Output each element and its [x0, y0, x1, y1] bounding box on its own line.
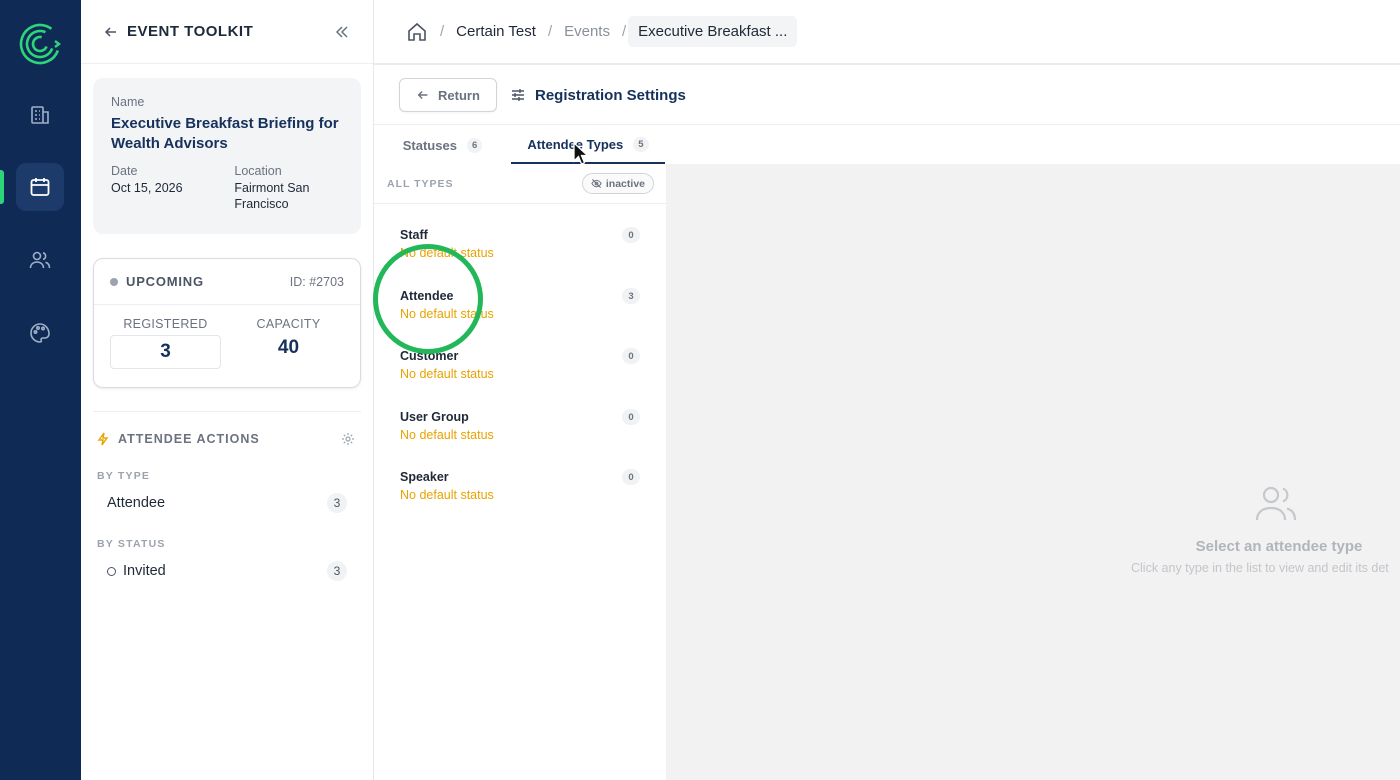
settings-tabs: Statuses 6 Attendee Types 5 — [374, 126, 666, 164]
registered-stat: REGISTERED 3 — [110, 317, 221, 369]
type-default-status: No default status — [400, 246, 494, 260]
type-item-staff[interactable]: Staff No default status 0 — [400, 227, 640, 260]
date-label: Date — [111, 164, 138, 178]
attendee-actions-title: ATTENDEE ACTIONS — [118, 432, 260, 446]
breadcrumb: / Certain Test / Events / Executive Brea… — [374, 0, 1400, 65]
tab-count-badge: 5 — [633, 136, 649, 152]
type-item-attendee[interactable]: Attendee No default status 3 — [400, 288, 640, 321]
empty-state-subtitle: Click any type in the list to view and e… — [1131, 561, 1389, 575]
empty-state-title: Select an attendee type — [1195, 538, 1363, 555]
type-name: Speaker — [400, 470, 449, 484]
type-item-user-group[interactable]: User Group No default status 0 — [400, 409, 640, 442]
sliders-icon — [512, 89, 524, 101]
type-name: User Group — [400, 410, 469, 424]
status-dot — [110, 277, 118, 286]
toolkit-title: EVENT TOOLKIT — [127, 23, 254, 40]
registration-settings-title: Registration Settings — [535, 86, 686, 104]
settings-subbar: Return Registration Settings — [374, 66, 1400, 125]
registered-label: REGISTERED — [123, 317, 208, 331]
main-area: / Certain Test / Events / Executive Brea… — [374, 0, 1400, 780]
type-count: 0 — [622, 227, 640, 243]
arrow-left-icon — [417, 91, 428, 99]
status-badge: UPCOMING — [126, 274, 204, 289]
breadcrumb-separator: / — [440, 23, 445, 40]
all-types-label: ALL TYPES — [387, 177, 454, 190]
capacity-label: CAPACITY — [256, 317, 321, 331]
event-info-card: Name Executive Breakfast Briefing for We… — [93, 78, 361, 234]
type-item-customer[interactable]: Customer No default status 0 — [400, 348, 640, 381]
calendar-icon — [30, 178, 50, 196]
name-label: Name — [111, 95, 145, 109]
action-type-attendee[interactable]: Attendee 3 — [97, 489, 355, 517]
event-status-card: UPCOMING ID: #2703 REGISTERED 3 CAPACITY… — [93, 258, 361, 388]
action-item-label: Invited — [123, 563, 166, 579]
attendee-type-list: ALL TYPES inactive Staff No default stat… — [374, 164, 666, 780]
return-button[interactable]: Return — [399, 78, 497, 112]
event-date: Oct 15, 2026 — [111, 181, 183, 195]
event-id: ID: #2703 — [289, 274, 344, 289]
nav-themes[interactable] — [16, 309, 64, 357]
type-count: 0 — [622, 469, 640, 485]
building-icon — [31, 106, 49, 124]
palette-icon — [30, 323, 50, 343]
event-name: Executive Breakfast Briefing for Wealth … — [111, 115, 339, 152]
type-name: Attendee — [400, 289, 454, 303]
eye-off-icon — [591, 179, 602, 188]
action-item-label: Attendee — [107, 495, 166, 511]
type-name: Staff — [400, 228, 428, 242]
type-count: 3 — [622, 288, 640, 304]
capacity-stat: CAPACITY 40 — [233, 317, 344, 369]
page-title: Registration Settings — [510, 87, 686, 104]
lightning-icon — [97, 432, 109, 446]
by-status-label: BY STATUS — [97, 538, 166, 550]
tab-statuses[interactable]: Statuses 6 — [374, 126, 511, 164]
breadcrumb-separator: / — [547, 23, 553, 40]
type-count: 0 — [622, 409, 640, 425]
type-default-status: No default status — [400, 428, 494, 442]
home-icon[interactable] — [406, 21, 428, 43]
action-status-invited[interactable]: Invited 3 — [97, 557, 355, 585]
type-count: 0 — [622, 348, 640, 364]
registered-count: 3 — [110, 335, 221, 369]
nav-active-indicator — [0, 170, 4, 204]
return-label: Return — [438, 87, 480, 103]
nav-events[interactable] — [16, 163, 64, 211]
tab-label: Statuses — [402, 137, 457, 153]
app-logo-icon[interactable] — [18, 22, 62, 66]
gear-icon[interactable] — [341, 432, 355, 446]
inactive-label: inactive — [605, 177, 645, 190]
breadcrumb-item[interactable]: Events — [564, 23, 610, 40]
users-icon — [1255, 486, 1297, 521]
inactive-toggle[interactable]: inactive — [581, 173, 654, 194]
type-item-speaker[interactable]: Speaker No default status 0 — [400, 469, 640, 502]
arrow-left-icon[interactable] — [103, 24, 119, 40]
chevrons-left-icon[interactable] — [333, 23, 351, 41]
breadcrumb-current[interactable]: Executive Breakfast ... — [628, 16, 798, 47]
tab-count-badge: 6 — [466, 137, 483, 153]
attendee-actions-header: ATTENDEE ACTIONS — [97, 432, 355, 446]
users-icon — [29, 251, 51, 269]
breadcrumb-item[interactable]: Certain Test — [456, 23, 536, 40]
action-item-count: 3 — [327, 561, 347, 581]
mouse-cursor-icon — [573, 142, 589, 165]
nav-people[interactable] — [16, 236, 64, 284]
type-name: Customer — [400, 349, 459, 363]
section-divider — [93, 411, 361, 412]
event-location: Fairmont San Francisco — [234, 181, 310, 211]
app-rail — [0, 0, 81, 780]
location-label: Location — [234, 164, 282, 178]
capacity-count: 40 — [277, 337, 300, 358]
event-toolkit-panel: EVENT TOOLKIT Name Executive Breakfast B… — [81, 0, 374, 780]
type-detail-panel: Select an attendee type Click any type i… — [666, 164, 1400, 780]
type-default-status: No default status — [400, 307, 494, 321]
type-default-status: No default status — [400, 367, 494, 381]
type-list-header: ALL TYPES inactive — [374, 164, 666, 204]
by-type-label: BY TYPE — [97, 470, 151, 482]
type-default-status: No default status — [400, 488, 494, 502]
toolkit-header: EVENT TOOLKIT — [81, 0, 373, 64]
status-ring-icon — [107, 566, 116, 576]
breadcrumb-separator: / — [621, 23, 627, 40]
nav-venues[interactable] — [16, 90, 64, 138]
action-item-count: 3 — [327, 493, 347, 513]
